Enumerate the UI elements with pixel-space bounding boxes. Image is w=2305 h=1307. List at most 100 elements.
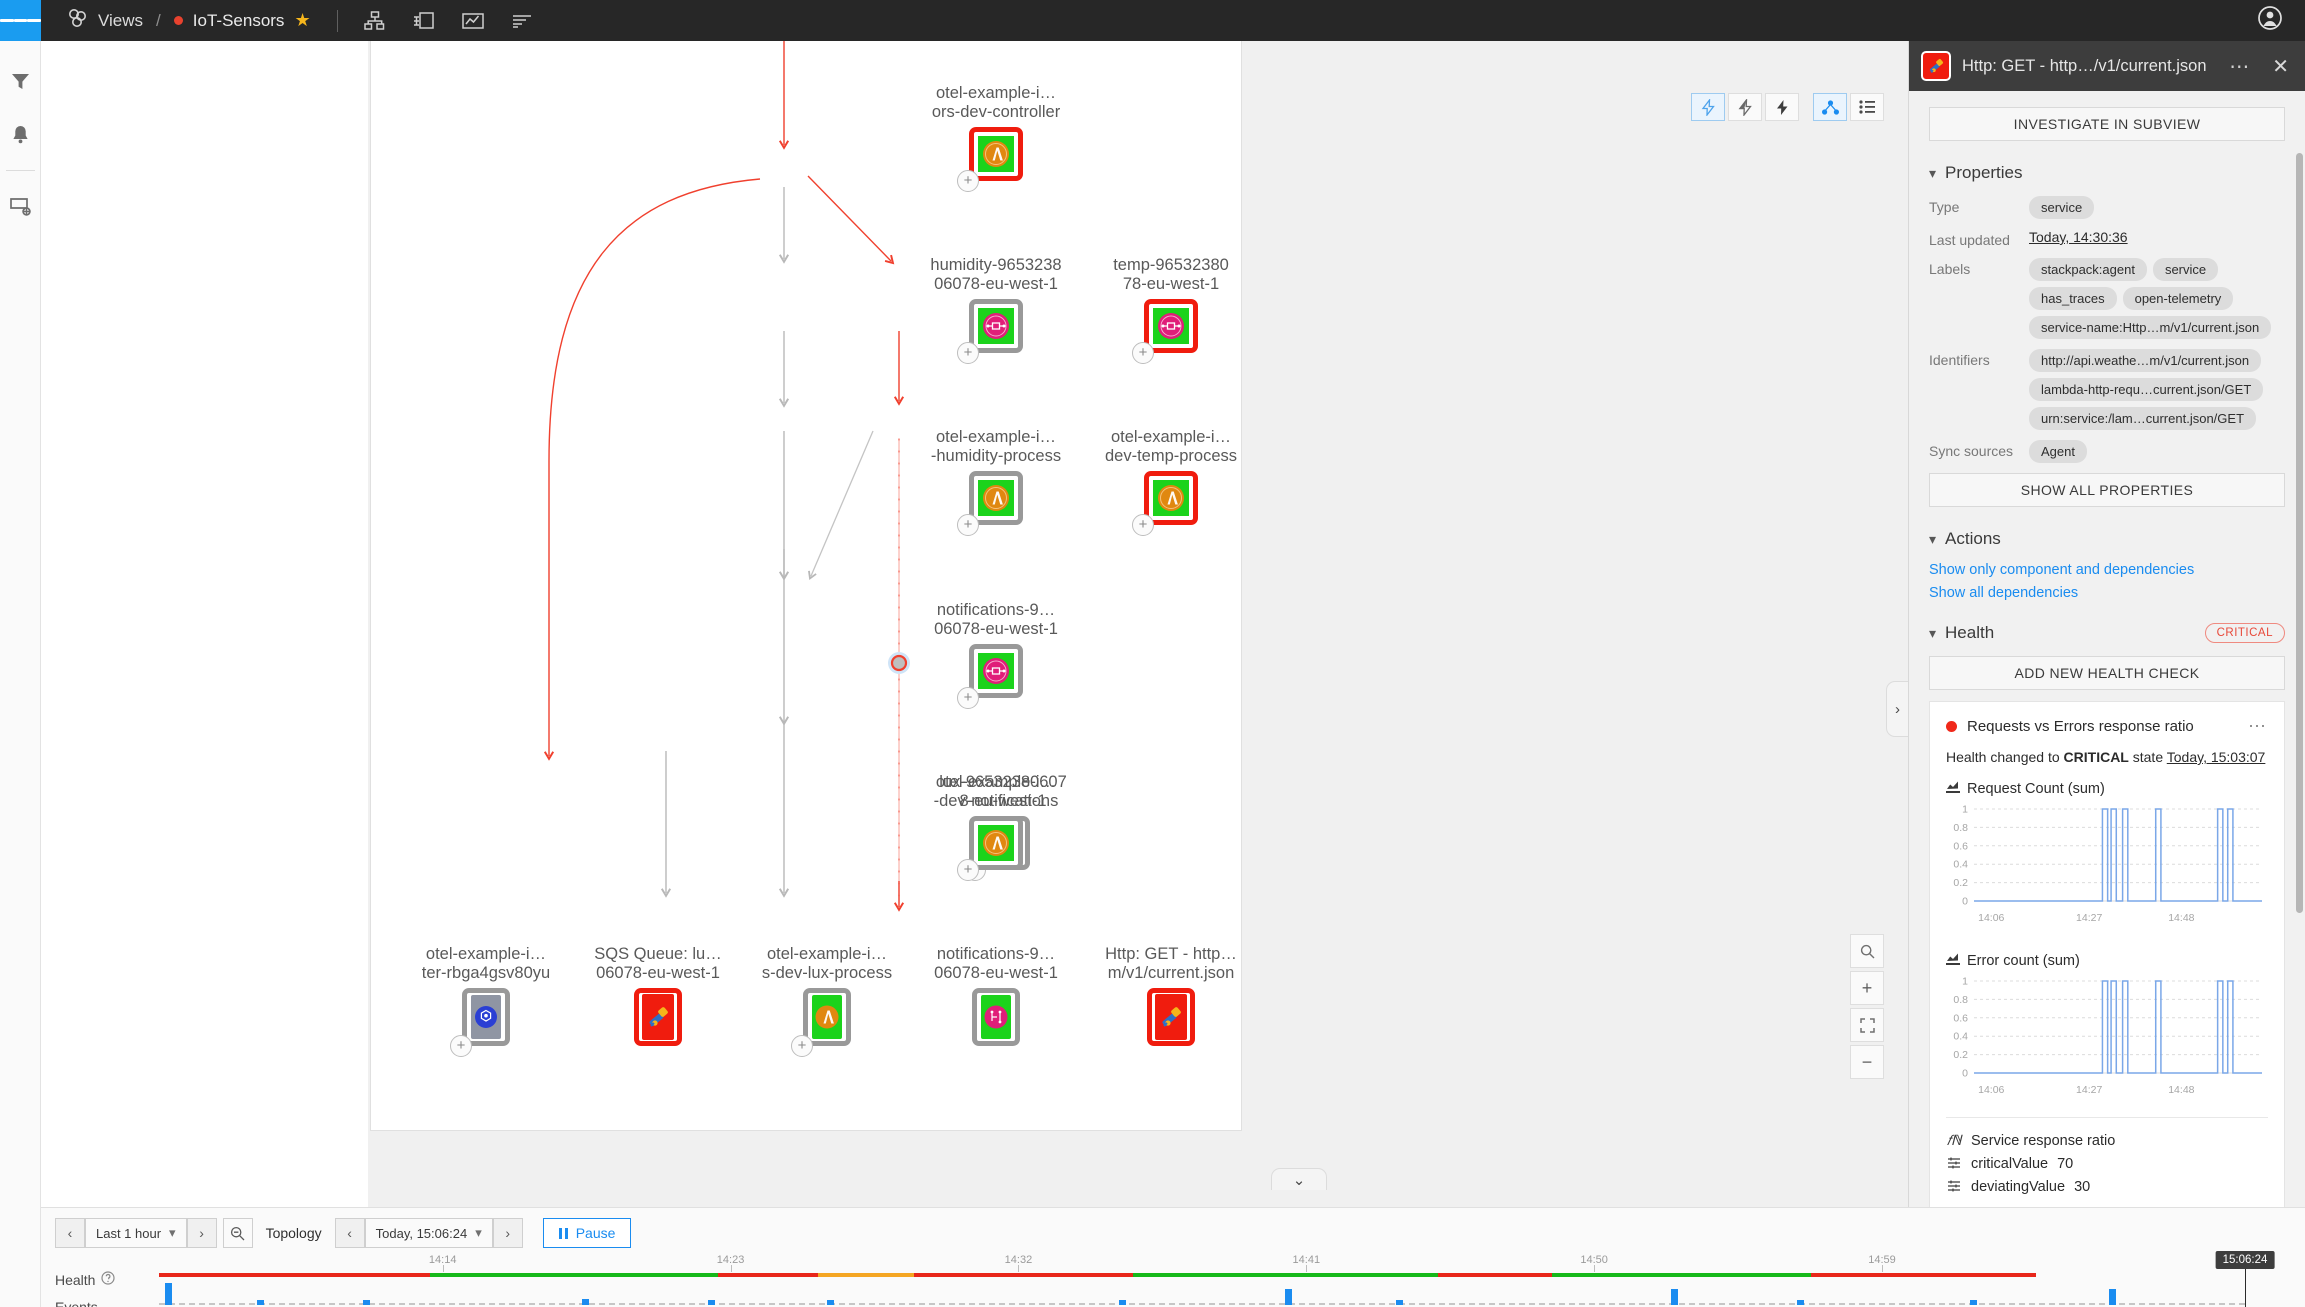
health-check-more-icon[interactable]: ⋯ [2248, 716, 2268, 737]
node-shape[interactable]: + [1132, 299, 1198, 364]
account-circle-icon[interactable] [2257, 5, 2283, 36]
more-dots-icon[interactable]: ⋯ [2223, 54, 2257, 79]
graph-node-http-get[interactable]: Http: GET - http… m/v1/current.json [1084, 945, 1258, 1067]
node-box[interactable] [969, 471, 1023, 525]
menu-hamburger-button[interactable] [0, 0, 42, 41]
timestamp-select[interactable]: Today, 15:06:24 ▾ [364, 1218, 493, 1248]
show-all-properties-button[interactable]: SHOW ALL PROPERTIES [1929, 473, 2285, 507]
events-list-icon[interactable] [511, 10, 533, 32]
collapse-bottom-handle[interactable]: ⌄ [1271, 1168, 1327, 1190]
graph-node-notifications-queue[interactable]: notifications-9… 06078-eu-west-1 + [909, 601, 1083, 709]
flash-half-icon[interactable] [1728, 93, 1762, 121]
event-bar[interactable] [1285, 1289, 1293, 1305]
node-box[interactable] [1144, 299, 1198, 353]
filter-icon[interactable] [0, 55, 41, 108]
show-only-component-dependencies-link[interactable]: Show only component and dependencies [1929, 562, 2285, 578]
expand-node-button[interactable]: + [957, 342, 979, 364]
graph-node-notifications-topic[interactable]: notifications-9… 06078-eu-west-1 [909, 945, 1083, 1046]
graph-node-notifications-fn[interactable]: otel-example-i… -dev-notifications + [909, 773, 1083, 881]
node-shape[interactable]: + [957, 644, 1023, 709]
node-box[interactable] [1144, 471, 1198, 525]
properties-section-header[interactable]: ▾ Properties [1929, 163, 2285, 183]
alerts-bell-icon[interactable] [0, 108, 41, 161]
event-bar[interactable] [165, 1283, 173, 1305]
close-icon[interactable]: ✕ [2268, 54, 2293, 79]
zoom-out-time-icon[interactable] [222, 1218, 253, 1248]
graph-node-lux-queue[interactable]: lux-96532380607 8-eu-west-1 + [939, 773, 1258, 881]
topology-canvas[interactable]: otel-example-i… ors-dev-controller + hum… [370, 41, 1242, 1131]
error-count-chart[interactable]: 0 0.2 0.4 0.6 0.8 1 14:06 14:27 14:48 [1948, 975, 2268, 1096]
view-settings-icon[interactable] [0, 180, 41, 233]
sync-source-pill[interactable]: Agent [2029, 440, 2087, 463]
flash-filled-icon[interactable] [1765, 93, 1799, 121]
label-pill[interactable]: has_traces [2029, 287, 2117, 310]
label-pill[interactable]: service [2152, 258, 2219, 281]
time-range-select[interactable]: Last 1 hour ▾ [85, 1218, 187, 1248]
add-new-health-check-button[interactable]: ADD NEW HEALTH CHECK [1929, 656, 2285, 690]
timeline-track[interactable]: 14:14 14:23 14:32 14:41 14:50 14:59 15:06:24 [159, 1251, 2275, 1307]
event-bar[interactable] [2109, 1289, 2117, 1305]
node-shape[interactable]: + [957, 127, 1023, 192]
node-box[interactable] [462, 988, 510, 1046]
component-list-icon[interactable] [413, 10, 435, 32]
actions-section-header[interactable]: ▾ Actions [1929, 529, 2285, 549]
node-box[interactable] [1147, 988, 1195, 1046]
node-shape[interactable] [1134, 967, 1208, 1067]
event-bar[interactable] [1395, 1300, 1403, 1305]
node-shape[interactable] [634, 988, 682, 1046]
last-updated-link[interactable]: Today, 14:30:36 [2029, 229, 2128, 248]
previous-range-button[interactable]: ‹ [55, 1218, 85, 1248]
event-bar[interactable] [707, 1300, 715, 1305]
node-shape[interactable]: + [791, 988, 851, 1057]
node-shape[interactable] [972, 988, 1020, 1046]
zoom-in-icon[interactable]: + [1850, 971, 1884, 1005]
node-box[interactable] [969, 299, 1023, 353]
event-bar[interactable] [1118, 1300, 1126, 1305]
expand-node-button[interactable]: + [957, 687, 979, 709]
expand-node-button[interactable]: + [957, 859, 979, 881]
help-circle-icon[interactable] [101, 1271, 116, 1288]
expand-node-button[interactable]: + [957, 514, 979, 536]
node-shape[interactable]: + [957, 299, 1023, 364]
list-view-icon[interactable] [1850, 93, 1884, 121]
show-all-dependencies-link[interactable]: Show all dependencies [1929, 585, 2285, 601]
expand-node-button[interactable]: + [1132, 514, 1154, 536]
event-bar[interactable] [363, 1300, 371, 1305]
identifier-pill[interactable]: urn:service:/lam…current.json/GET [2029, 407, 2257, 430]
node-shape[interactable]: + [450, 988, 510, 1057]
flash-outline-icon[interactable] [1691, 93, 1725, 121]
breadcrumb-current-view[interactable]: IoT-Sensors ★ [173, 10, 311, 31]
fit-screen-icon[interactable] [1850, 1008, 1884, 1042]
property-pill[interactable]: service [2029, 196, 2095, 219]
event-bar[interactable] [1969, 1300, 1977, 1305]
node-shape[interactable]: + [1128, 455, 1214, 541]
details-panel-scrollbar[interactable] [2296, 153, 2303, 913]
graph-node-controller[interactable]: otel-example-i… ors-dev-controller + [911, 84, 1081, 192]
metrics-chart-icon[interactable] [461, 10, 484, 32]
graph-node-iot-rule[interactable]: otel-example-i… ter-rbga4gsv80yu + [399, 945, 573, 1057]
investigate-in-subview-button[interactable]: INVESTIGATE IN SUBVIEW [1929, 107, 2285, 141]
request-count-chart[interactable]: 0 0.2 0.4 0.6 0.8 1 14:06 14:27 14:48 [1948, 803, 2268, 924]
expand-node-button[interactable]: + [1132, 342, 1154, 364]
event-bar[interactable] [1671, 1289, 1679, 1305]
node-box[interactable] [634, 988, 682, 1046]
node-box[interactable] [803, 988, 851, 1046]
topology-graph-area[interactable]: otel-example-i… ors-dev-controller + hum… [368, 41, 1908, 1207]
identifier-pill[interactable]: lambda-http-requ…current.json/GET [2029, 378, 2264, 401]
graph-node-sqs-queue-lux[interactable]: SQS Queue: lu… 06078-eu-west-1 [571, 945, 745, 1046]
event-bar[interactable] [1796, 1300, 1804, 1305]
event-bar[interactable] [257, 1300, 265, 1305]
expand-node-button[interactable]: + [450, 1035, 472, 1057]
label-pill[interactable]: stackpack:agent [2029, 258, 2147, 281]
expand-node-button[interactable]: + [791, 1035, 813, 1057]
pause-button[interactable]: Pause [542, 1218, 632, 1248]
zoom-search-icon[interactable] [1850, 934, 1884, 968]
identifier-pill[interactable]: http://api.weathe…m/v1/current.json [2029, 349, 2262, 372]
details-panel-scroll[interactable]: INVESTIGATE IN SUBVIEW ▾ Properties Type… [1909, 91, 2305, 1307]
graph-node-temp-queue[interactable]: temp-96532380 78-eu-west-1 + [1084, 256, 1258, 364]
node-box[interactable] [969, 816, 1023, 870]
node-box[interactable] [969, 127, 1023, 181]
previous-timestamp-button[interactable]: ‹ [334, 1218, 365, 1248]
next-range-button[interactable]: › [186, 1218, 217, 1248]
label-pill[interactable]: open-telemetry [2122, 287, 2234, 310]
